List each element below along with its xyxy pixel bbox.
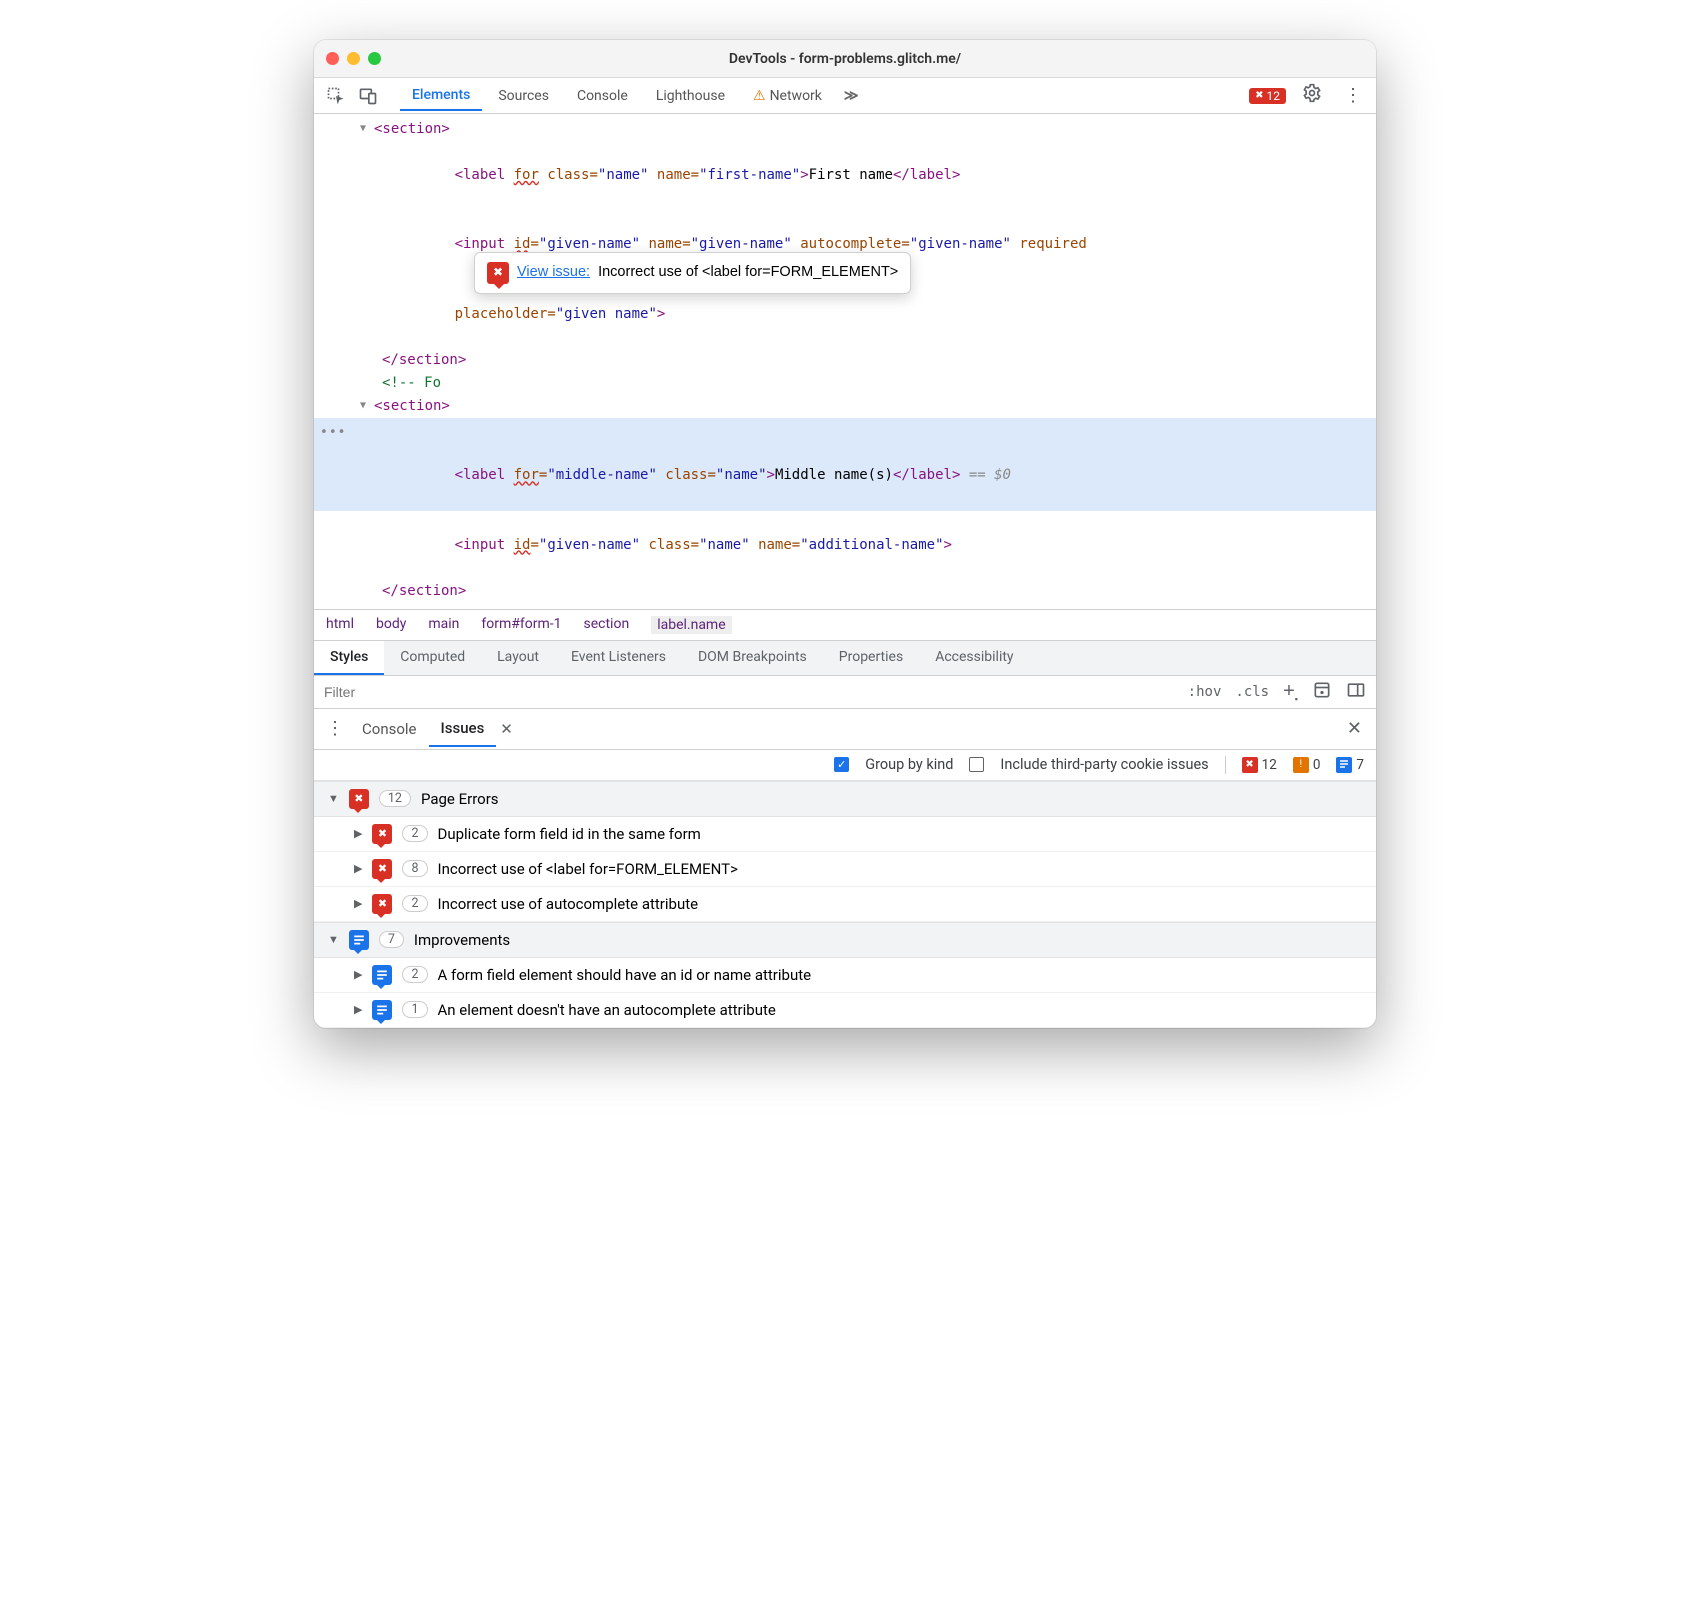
thirdparty-label: Include third-party cookie issues bbox=[1000, 756, 1208, 773]
info-icon bbox=[349, 930, 369, 950]
devtools-window: DevTools - form-problems.glitch.me/ Elem… bbox=[314, 40, 1376, 1028]
stat-errors: 12 bbox=[1262, 757, 1277, 773]
issue-row[interactable]: ▶ 2 Incorrect use of autocomplete attrib… bbox=[314, 887, 1376, 922]
drawer-options: ✓ Group by kind Include third-party cook… bbox=[314, 750, 1376, 781]
tabs-overflow[interactable]: ≫ bbox=[838, 88, 865, 104]
tab-network[interactable]: Network bbox=[741, 82, 834, 110]
issue-title: Incorrect use of autocomplete attribute bbox=[438, 895, 699, 913]
drawer-more-icon[interactable]: ⋮ bbox=[320, 716, 350, 741]
new-style-rule-icon[interactable]: +▪ bbox=[1283, 680, 1298, 704]
subtab-event-listeners[interactable]: Event Listeners bbox=[555, 641, 682, 675]
close-drawer-icon[interactable]: ✕ bbox=[1339, 718, 1370, 739]
info-icon bbox=[372, 965, 392, 985]
attr-for-squiggle[interactable]: for bbox=[514, 467, 539, 483]
crumb[interactable]: section bbox=[584, 616, 630, 634]
issues-group-errors[interactable]: ▼ 12 Page Errors bbox=[314, 781, 1376, 817]
dom-node[interactable]: </section> bbox=[374, 352, 466, 368]
close-issues-tab-icon[interactable]: ✕ bbox=[496, 720, 517, 738]
styles-subtabs: Styles Computed Layout Event Listeners D… bbox=[314, 640, 1376, 676]
computed-styles-icon[interactable] bbox=[1312, 680, 1332, 704]
attr-for-squiggle[interactable]: for bbox=[514, 167, 539, 183]
styles-filter-input[interactable] bbox=[324, 684, 1176, 700]
subtab-dom-breakpoints[interactable]: DOM Breakpoints bbox=[682, 641, 823, 675]
subtab-accessibility[interactable]: Accessibility bbox=[919, 641, 1029, 675]
crumb[interactable]: html bbox=[326, 616, 354, 634]
window-title: DevTools - form-problems.glitch.me/ bbox=[314, 51, 1376, 67]
dom-breadcrumb[interactable]: html body main form#form-1 section label… bbox=[314, 609, 1376, 640]
issue-title: A form field element should have an id o… bbox=[438, 966, 812, 984]
issue-row[interactable]: ▶ 1 An element doesn't have an autocompl… bbox=[314, 993, 1376, 1028]
toggle-sidebar-icon[interactable] bbox=[1346, 680, 1366, 704]
group-by-kind-label: Group by kind bbox=[865, 756, 953, 773]
styles-filter-row: :hov .cls +▪ bbox=[314, 676, 1376, 709]
group-by-kind-checkbox[interactable]: ✓ bbox=[834, 757, 849, 772]
thirdparty-checkbox[interactable] bbox=[969, 757, 984, 772]
dom-node-selected[interactable]: ••• <label for="middle-name" class="name… bbox=[314, 418, 1376, 510]
group-title: Improvements bbox=[414, 931, 510, 949]
tab-console[interactable]: Console bbox=[565, 82, 640, 110]
subtab-properties[interactable]: Properties bbox=[823, 641, 919, 675]
dom-node[interactable]: </section> bbox=[374, 583, 466, 599]
tooltip-text: Incorrect use of <label for=FORM_ELEMENT… bbox=[598, 261, 898, 285]
cls-toggle[interactable]: .cls bbox=[1235, 684, 1269, 700]
info-icon bbox=[372, 1000, 392, 1020]
issue-title: An element doesn't have an autocomplete … bbox=[438, 1001, 776, 1019]
subtab-computed[interactable]: Computed bbox=[384, 641, 481, 675]
crumb[interactable]: main bbox=[428, 616, 459, 634]
drawer-tab-issues[interactable]: Issues bbox=[429, 711, 497, 747]
tab-elements[interactable]: Elements bbox=[400, 81, 482, 111]
dom-node[interactable]: <section> bbox=[374, 398, 450, 414]
row-actions-icon[interactable]: ••• bbox=[320, 422, 346, 443]
subtab-layout[interactable]: Layout bbox=[481, 641, 555, 675]
error-icon bbox=[372, 824, 392, 844]
error-icon bbox=[372, 894, 392, 914]
stat-info: 7 bbox=[1356, 757, 1364, 773]
drawer-tab-console[interactable]: Console bbox=[350, 712, 429, 746]
device-toggle-icon[interactable] bbox=[354, 82, 382, 110]
crumb-current[interactable]: label.name bbox=[651, 616, 731, 634]
group-title: Page Errors bbox=[421, 790, 499, 808]
tab-sources[interactable]: Sources bbox=[486, 82, 561, 110]
elements-dom-tree[interactable]: ▼<section> <label for class="name" name=… bbox=[314, 114, 1376, 609]
drawer-tabs: ⋮ Console Issues ✕ ✕ bbox=[314, 709, 1376, 750]
issue-row[interactable]: ▶ 8 Incorrect use of <label for=FORM_ELE… bbox=[314, 852, 1376, 887]
devtools-toolbar: Elements Sources Console Lighthouse Netw… bbox=[314, 78, 1376, 114]
attr-id-squiggle[interactable]: id bbox=[514, 537, 531, 553]
error-icon bbox=[372, 859, 392, 879]
issue-title: Duplicate form field id in the same form bbox=[438, 825, 701, 843]
view-issue-link[interactable]: View issue: bbox=[517, 261, 590, 285]
group-count: 7 bbox=[379, 931, 404, 948]
issue-tooltip: View issue: Incorrect use of <label for=… bbox=[474, 252, 911, 294]
hov-toggle[interactable]: :hov bbox=[1188, 684, 1222, 700]
tab-lighthouse[interactable]: Lighthouse bbox=[644, 82, 737, 110]
crumb[interactable]: body bbox=[376, 616, 406, 634]
dom-comment: <!-- Fo bbox=[374, 375, 441, 391]
error-icon bbox=[487, 262, 509, 284]
issue-row[interactable]: ▶ 2 A form field element should have an … bbox=[314, 958, 1376, 993]
group-count: 12 bbox=[379, 790, 411, 807]
issues-group-improvements[interactable]: ▼ 7 Improvements bbox=[314, 922, 1376, 958]
attr-id-squiggle[interactable]: id bbox=[514, 236, 531, 252]
titlebar: DevTools - form-problems.glitch.me/ bbox=[314, 40, 1376, 78]
issue-title: Incorrect use of <label for=FORM_ELEMENT… bbox=[438, 860, 738, 878]
inspect-icon[interactable] bbox=[322, 82, 350, 110]
settings-icon[interactable] bbox=[1296, 81, 1328, 110]
subtab-styles[interactable]: Styles bbox=[314, 641, 384, 675]
issues-list: ▼ 12 Page Errors ▶ 2 Duplicate form fiel… bbox=[314, 781, 1376, 1028]
stat-warnings: 0 bbox=[1313, 757, 1321, 773]
error-icon bbox=[349, 789, 369, 809]
error-badge[interactable]: 12 bbox=[1249, 88, 1286, 104]
dom-node[interactable]: <section> bbox=[374, 121, 450, 137]
crumb[interactable]: form#form-1 bbox=[481, 616, 561, 634]
more-icon[interactable]: ⋮ bbox=[1338, 83, 1368, 108]
issue-row[interactable]: ▶ 2 Duplicate form field id in the same … bbox=[314, 817, 1376, 852]
